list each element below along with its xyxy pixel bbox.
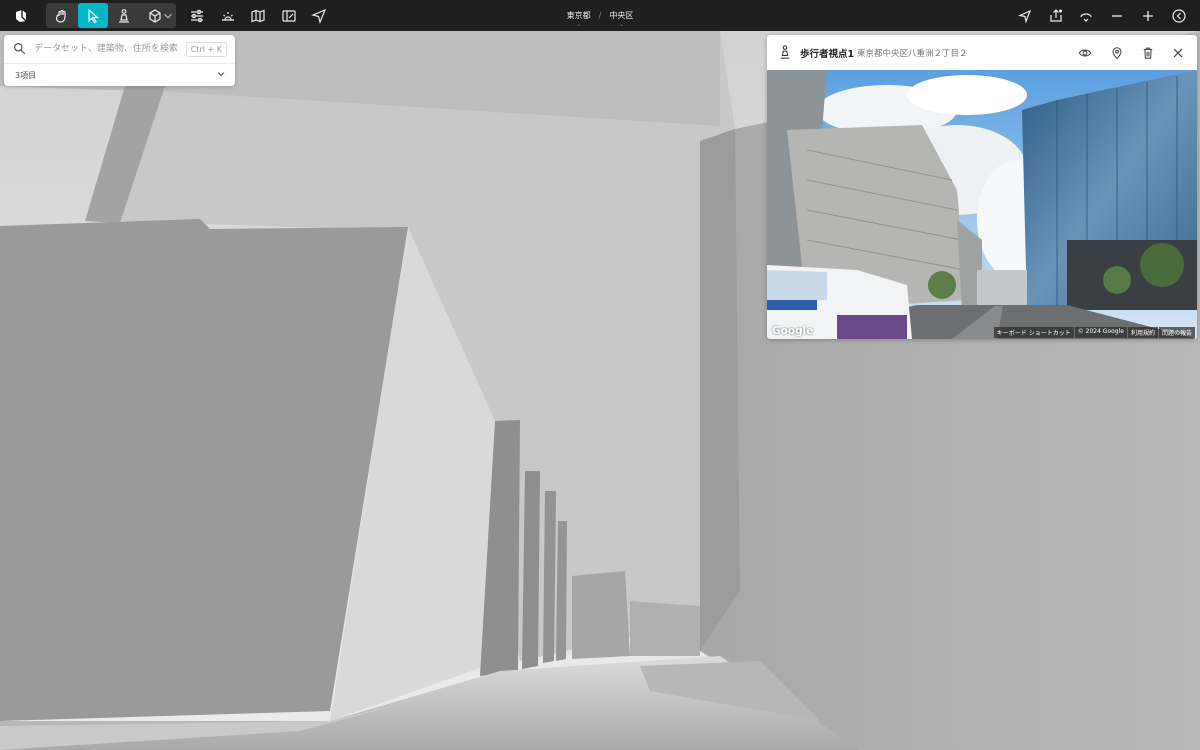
terms-link[interactable]: 利用規約 — [1127, 327, 1158, 338]
breadcrumb-prefecture[interactable]: 東京都 ⌄ — [563, 10, 595, 28]
sliders-icon[interactable] — [184, 3, 210, 28]
zoom-in-icon[interactable] — [1135, 3, 1161, 28]
keyboard-shortcuts-link[interactable]: キーボード ショートカット — [993, 327, 1074, 338]
location-arrow-icon[interactable] — [1012, 3, 1038, 28]
street-view-image[interactable] — [767, 70, 1197, 339]
visibility-eye-icon[interactable] — [1076, 44, 1093, 61]
breadcrumb-prefecture-label: 東京都 — [566, 11, 591, 20]
report-problem-link[interactable]: 問題の報告 — [1158, 327, 1195, 338]
breadcrumb-ward-label: 中央区 — [609, 11, 634, 20]
share-upload-icon[interactable] — [1043, 3, 1069, 28]
sun-horizon-icon[interactable] — [215, 3, 241, 28]
search-panel: Ctrl + K 3項目 — [4, 35, 235, 86]
zoom-out-icon[interactable] — [1104, 3, 1130, 28]
chevron-down-icon: ⌄ — [618, 21, 624, 28]
search-bar[interactable]: Ctrl + K — [4, 35, 235, 63]
chevron-down-icon: ⌄ — [576, 21, 582, 28]
attribution-bar: キーボード ショートカット © 2024 Google 利用規約 問題の報告 — [993, 327, 1195, 338]
map-pin-icon[interactable] — [1108, 44, 1125, 61]
close-icon[interactable] — [1169, 44, 1186, 61]
edit-layer-icon[interactable] — [276, 3, 302, 28]
map-icon[interactable] — [245, 3, 271, 28]
search-icon — [14, 43, 26, 55]
select-pointer-icon[interactable] — [78, 3, 108, 28]
panel-header: 歩行者視点1 東京都中央区八重洲２丁目２ — [767, 35, 1197, 70]
pedestrian-view-panel: 歩行者視点1 東京都中央区八重洲２丁目２ Google キーボード ショートカッ… — [767, 35, 1197, 339]
panel-title: 歩行者視点1 — [800, 49, 855, 60]
copyright-label: © 2024 Google — [1074, 327, 1127, 338]
breadcrumb-ward[interactable]: 中央区 ⌄ — [605, 10, 637, 28]
layer-items-toggle[interactable]: 3項目 — [4, 63, 235, 87]
hand-pan-icon[interactable] — [49, 3, 75, 28]
trash-icon[interactable] — [1139, 44, 1156, 61]
chevron-down-icon[interactable] — [161, 3, 175, 28]
chevron-down-icon — [217, 72, 225, 77]
items-count-label: 3項目 — [15, 71, 37, 80]
app-logo-icon[interactable] — [8, 3, 34, 28]
pedestrian-icon[interactable] — [111, 3, 137, 28]
top-toolbar — [0, 0, 1200, 31]
search-shortcut-badge: Ctrl + K — [185, 42, 227, 57]
panel-address: 東京都中央区八重洲２丁目２ — [857, 49, 968, 59]
google-logo: Google — [772, 325, 814, 337]
send-icon[interactable] — [306, 3, 332, 28]
pedestrian-icon — [780, 45, 790, 59]
search-input[interactable] — [34, 41, 184, 57]
collapse-panel-icon[interactable] — [1166, 3, 1192, 28]
rotate-view-icon[interactable] — [1073, 3, 1099, 28]
